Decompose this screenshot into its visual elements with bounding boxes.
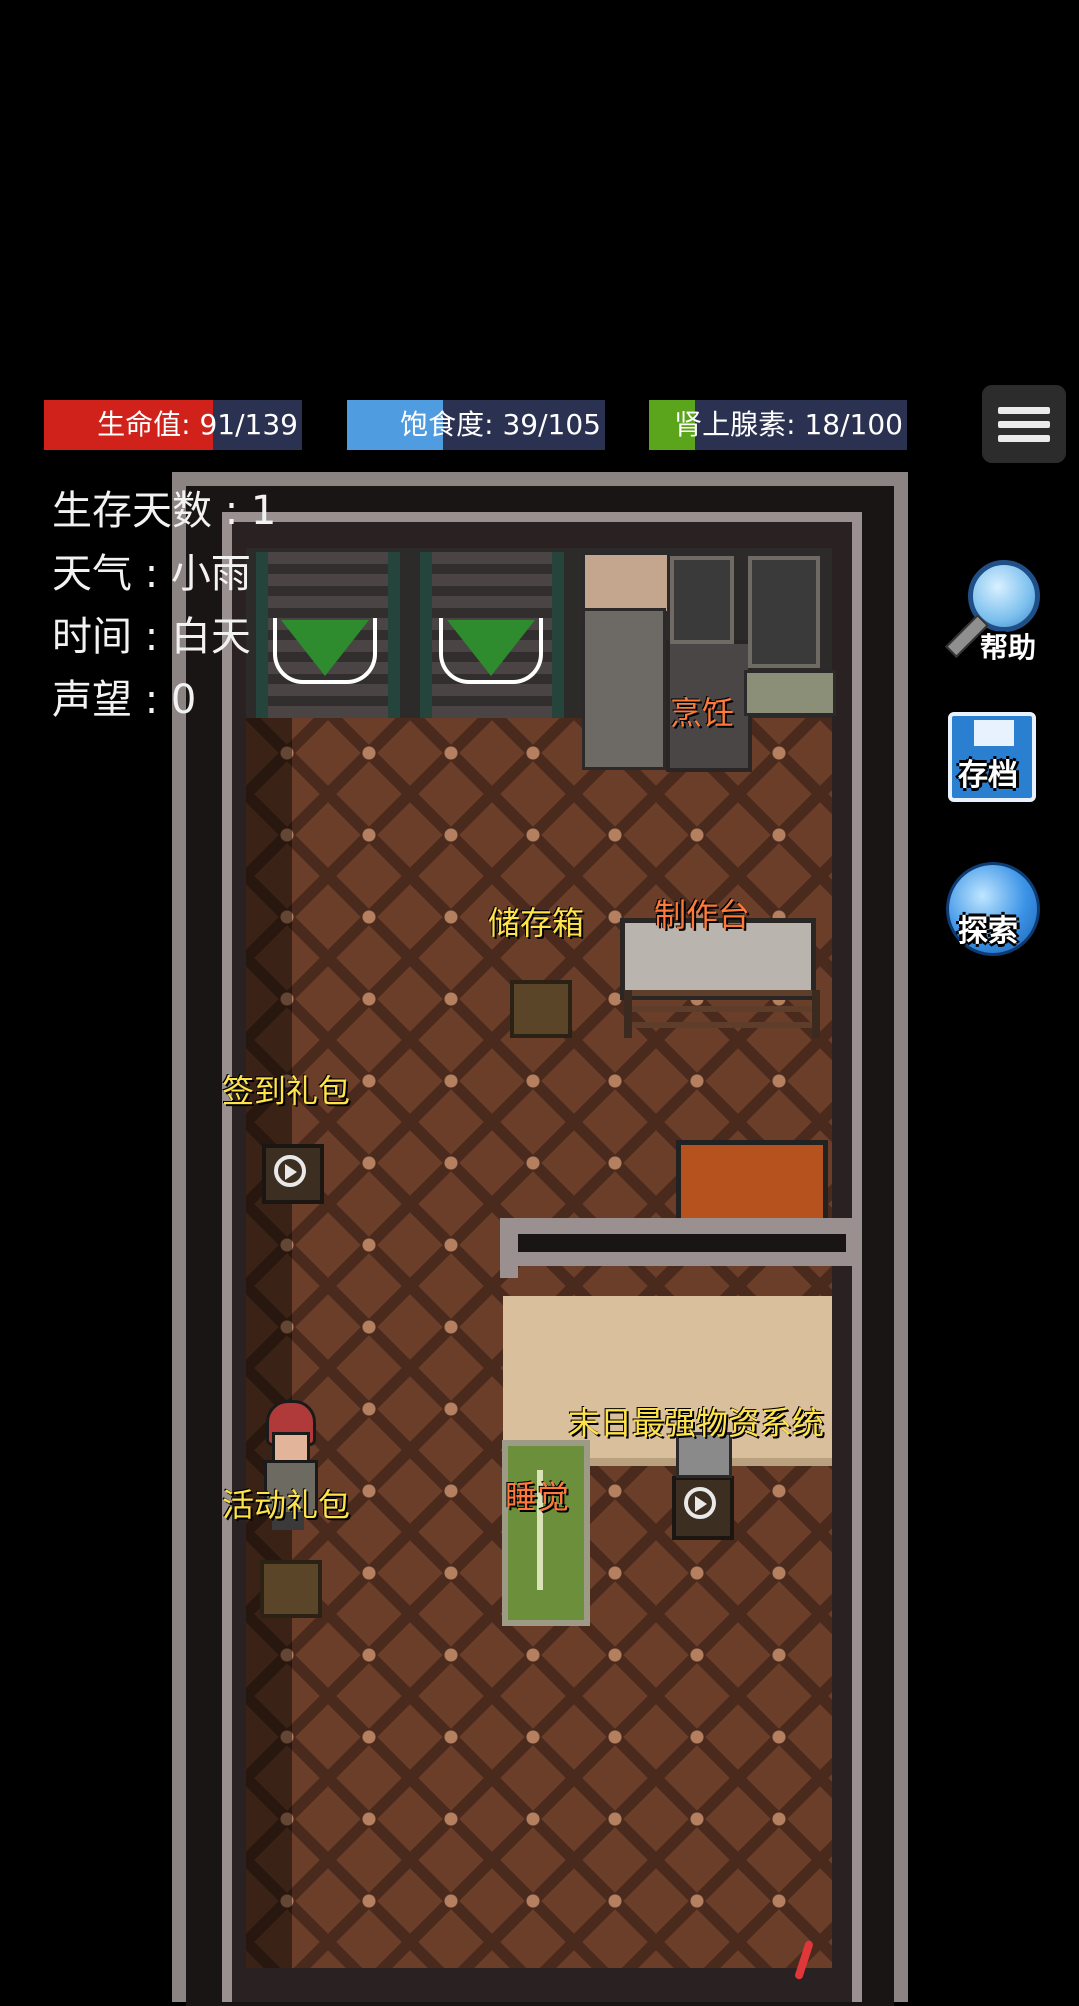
checkin-gift-label[interactable]: 签到礼包 [222, 1066, 350, 1112]
floor-shadow [246, 548, 292, 1968]
menu-icon [998, 407, 1050, 414]
survival-days: 生存天数 : 1 [52, 488, 277, 534]
health-bar-text: 生命值: 91/139 [97, 408, 298, 441]
explore-label: 探索 [958, 914, 1018, 949]
supply-system-box[interactable] [672, 1476, 734, 1540]
supply-system-label[interactable]: 末日最强物资系统 [568, 1398, 824, 1444]
play-icon-triangle [695, 1496, 707, 1512]
room-wall-corner [500, 1218, 518, 1278]
hunger-bar: 饱食度: 39/105 [347, 400, 605, 450]
window [748, 556, 820, 668]
help-button[interactable]: 帮助 [940, 556, 1060, 666]
menu-icon-line [998, 435, 1050, 442]
sleep-label[interactable]: 睡觉 [505, 1472, 569, 1518]
menu-button[interactable] [982, 385, 1066, 463]
help-label: 帮助 [980, 631, 1037, 664]
workbench-legs [624, 990, 820, 1038]
time-of-day: 时间 : 白天 [52, 614, 251, 660]
window [670, 556, 734, 644]
counter [744, 670, 836, 716]
explore-button[interactable]: 探索 [940, 862, 1060, 972]
event-gift-box[interactable] [260, 1560, 322, 1618]
workbench-label[interactable]: 制作台 [654, 890, 750, 936]
cooking-label[interactable]: 烹饪 [670, 688, 734, 734]
down-arrow-shape [281, 620, 369, 676]
play-icon-triangle [285, 1164, 297, 1180]
cabinet [582, 608, 666, 770]
bed[interactable] [502, 1440, 590, 1626]
reputation: 声望 : 0 [52, 677, 197, 723]
wall-panel [582, 552, 670, 614]
storage-label[interactable]: 储存箱 [488, 898, 584, 944]
storage-box[interactable] [510, 980, 572, 1038]
weather: 天气 : 小雨 [52, 551, 251, 597]
floppy-slot [974, 720, 1014, 746]
down-arrow-icon[interactable] [439, 618, 543, 684]
save-label: 存档 [958, 758, 1018, 793]
menu-icon-line [998, 421, 1050, 428]
adrenaline-bar: 肾上腺素: 18/100 [649, 400, 907, 450]
down-arrow-shape [447, 620, 535, 676]
event-gift-label[interactable]: 活动礼包 [222, 1480, 350, 1526]
checkin-gift-box[interactable] [262, 1144, 324, 1204]
health-bar: 生命值: 91/139 [44, 400, 302, 450]
adrenaline-bar-text: 肾上腺素: 18/100 [674, 408, 903, 441]
save-button[interactable]: 存档 [940, 712, 1060, 822]
room-wall-gap [516, 1234, 846, 1252]
machine [676, 1140, 828, 1228]
hunger-bar-text: 饱食度: 39/105 [400, 408, 601, 441]
down-arrow-icon[interactable] [273, 618, 377, 684]
